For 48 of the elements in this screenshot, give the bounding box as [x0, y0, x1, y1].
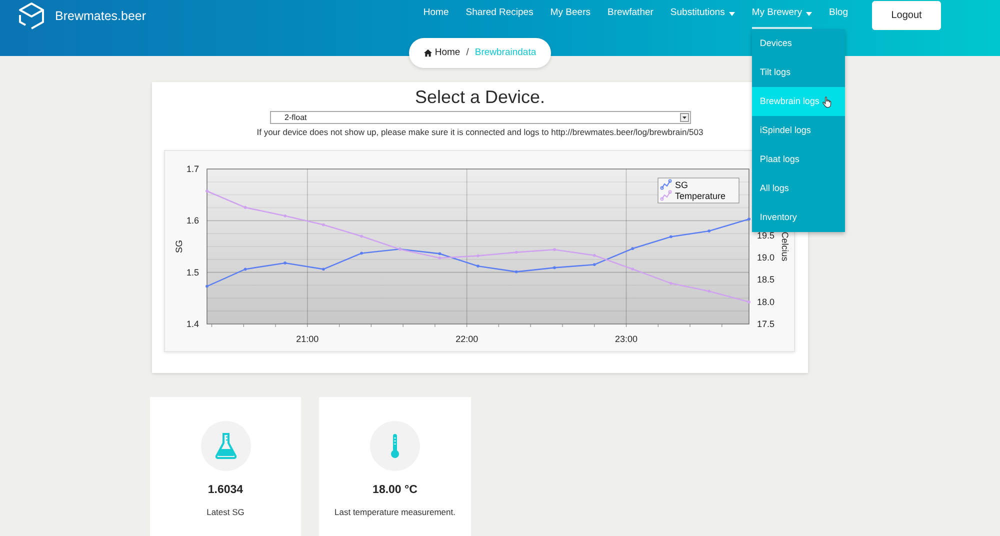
menu-item[interactable]: Inventory	[752, 203, 845, 232]
x-tick-label: 22:00	[456, 334, 478, 344]
stat-value: 18.00 °C	[372, 483, 418, 497]
stat-label: Last temperature measurement.	[334, 507, 456, 518]
y-tick-label: 18.5	[757, 274, 775, 285]
home-icon	[424, 49, 432, 57]
breadcrumb-link[interactable]: Home	[424, 46, 460, 60]
legend-label: SG	[675, 180, 688, 190]
y-axis-title: Celcius	[780, 232, 790, 262]
y-tick-label: 17.5	[757, 319, 775, 329]
device-select[interactable]: 2-float	[270, 111, 690, 124]
x-tick-label: 23:00	[614, 334, 638, 344]
stat-value: 1.6034	[208, 483, 244, 497]
logout-button[interactable]: Logout	[872, 1, 941, 30]
page-title: Select a Device.	[414, 86, 546, 108]
nav-link[interactable]: My Beers	[550, 0, 590, 29]
hand-cursor-icon	[822, 96, 832, 108]
legend-label: Temperature	[675, 191, 726, 201]
y-tick-label: 1.6	[186, 216, 199, 226]
nav-link[interactable]: Shared Recipes	[466, 0, 534, 29]
nav-link[interactable]: Home	[423, 0, 449, 29]
y-tick-label: 1.5	[186, 267, 199, 278]
stat-label: Latest SG	[206, 507, 244, 518]
nav-link[interactable]: Blog	[828, 0, 848, 29]
breadcrumb-separator: /	[465, 46, 470, 60]
nav-link[interactable]: Substitutions	[670, 0, 735, 29]
y-tick-label: 19.0	[757, 252, 775, 263]
y-axis-title: SG	[174, 240, 184, 253]
menu-item[interactable]: Brewbrain logs	[752, 87, 845, 116]
logo-icon[interactable]	[18, 2, 45, 30]
breadcrumb-current: Brewbraindata	[474, 46, 536, 60]
menu-item[interactable]: Plaat logs	[752, 145, 845, 174]
menu-item[interactable]: Tilt logs	[752, 58, 845, 87]
legend-line-icon	[660, 190, 672, 201]
y-tick-label: 19.5	[757, 230, 775, 240]
menu-item[interactable]: All logs	[752, 174, 845, 203]
legend-line-icon	[660, 179, 672, 190]
x-tick-label: 21:00	[296, 334, 319, 344]
help-text: If your device does not show up, please make sure it is connected and logs to http://brewmates.beer/log/brewbrain/503	[256, 127, 704, 138]
menu-item[interactable]: Devices	[752, 29, 845, 58]
site-name[interactable]: Brewmates.beer	[55, 10, 146, 22]
menu-item[interactable]: iSpindel logs	[752, 116, 845, 145]
y-tick-label: 1.7	[186, 164, 199, 174]
y-tick-label: 18.0	[757, 296, 775, 307]
nav-link[interactable]: Brewfather	[607, 0, 654, 29]
y-tick-label: 1.4	[186, 319, 199, 329]
thermometer-icon	[370, 421, 420, 471]
flask-icon	[200, 421, 250, 471]
